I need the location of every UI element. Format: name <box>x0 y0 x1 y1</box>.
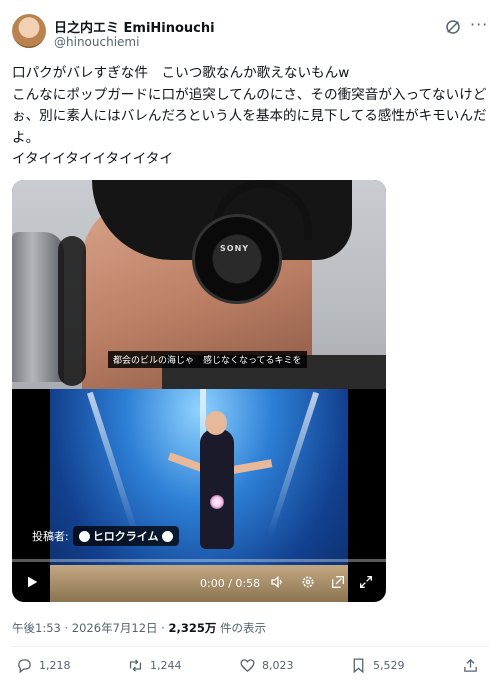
avatar[interactable] <box>12 14 46 48</box>
views-count: 2,325万 <box>168 621 217 635</box>
tweet-date[interactable]: 2026年7月12日 <box>72 621 158 635</box>
share-button[interactable] <box>462 657 479 674</box>
play-icon[interactable] <box>24 574 40 590</box>
bookmark-icon <box>353 658 364 674</box>
reply-icon <box>18 659 31 674</box>
video-frame-bottom <box>50 389 348 602</box>
video-subtitle: 都会のビルの海じゃ 感じなくなってるキミを <box>108 351 307 368</box>
credit-name: ヒロクライム <box>92 530 159 543</box>
heart-icon <box>240 659 255 672</box>
creator-icon <box>161 530 173 542</box>
repost-button[interactable]: 1,244 <box>127 657 182 674</box>
reply-count: 1,218 <box>39 659 71 672</box>
share-icon <box>464 658 477 672</box>
headphone-brand: SONY <box>220 244 250 253</box>
reply-button[interactable]: 1,218 <box>16 657 71 674</box>
video-time: 0:00 / 0:58 <box>200 577 261 590</box>
volume-icon[interactable] <box>270 574 286 590</box>
views-label: 件の表示 <box>220 621 267 635</box>
like-button[interactable]: 8,023 <box>239 657 294 674</box>
meta-separator: · <box>161 621 165 635</box>
credit-prefix: 投稿者: <box>32 530 69 543</box>
headphone-earcup <box>192 214 282 304</box>
credit-badge[interactable]: ヒロクライム <box>72 526 179 546</box>
more-options-icon[interactable]: ··· <box>470 17 490 36</box>
spark <box>210 495 224 509</box>
dancer-head <box>205 411 227 435</box>
meta-separator: · <box>64 621 69 635</box>
video-credit: 投稿者: ヒロクライム <box>32 526 179 546</box>
like-count: 8,023 <box>262 659 294 672</box>
author-name[interactable]: 日之内エミ EmiHinouchi <box>54 17 215 36</box>
grok-icon[interactable] <box>444 18 462 36</box>
creator-icon <box>78 530 90 542</box>
light-beam <box>266 391 320 537</box>
light-beam <box>86 391 140 537</box>
fullscreen-icon[interactable] <box>358 574 374 590</box>
divider <box>12 646 490 647</box>
dancer-body <box>200 429 234 549</box>
picture-in-picture-icon[interactable] <box>330 574 346 590</box>
author-handle[interactable]: @hinouchiemi <box>54 35 139 49</box>
repost-icon <box>129 659 142 672</box>
video-player[interactable]: SONY 都会のビルの海じゃ 感じなくなってるキミを 投稿者: ヒロクライム 0… <box>12 180 386 602</box>
bookmark-button[interactable]: 5,529 <box>350 657 405 674</box>
bookmark-count: 5,529 <box>373 659 405 672</box>
pop-filter <box>58 236 86 386</box>
video-frame-top: SONY 都会のビルの海じゃ 感じなくなってるキミを <box>12 180 386 389</box>
repost-count: 1,244 <box>150 659 182 672</box>
microphone <box>12 232 64 382</box>
tweet-time[interactable]: 午後1:53 <box>12 621 61 635</box>
tweet-meta: 午後1:53 · 2026年7月12日 · 2,325万 件の表示 <box>12 620 266 636</box>
settings-icon[interactable] <box>300 574 316 590</box>
tweet-text: 口パクがバレすぎな件 こいつ歌なんか歌えないもんw こんなにポップガードに口が追… <box>12 65 487 167</box>
video-progress-bar[interactable] <box>12 559 386 562</box>
dancer-arm <box>227 459 273 475</box>
